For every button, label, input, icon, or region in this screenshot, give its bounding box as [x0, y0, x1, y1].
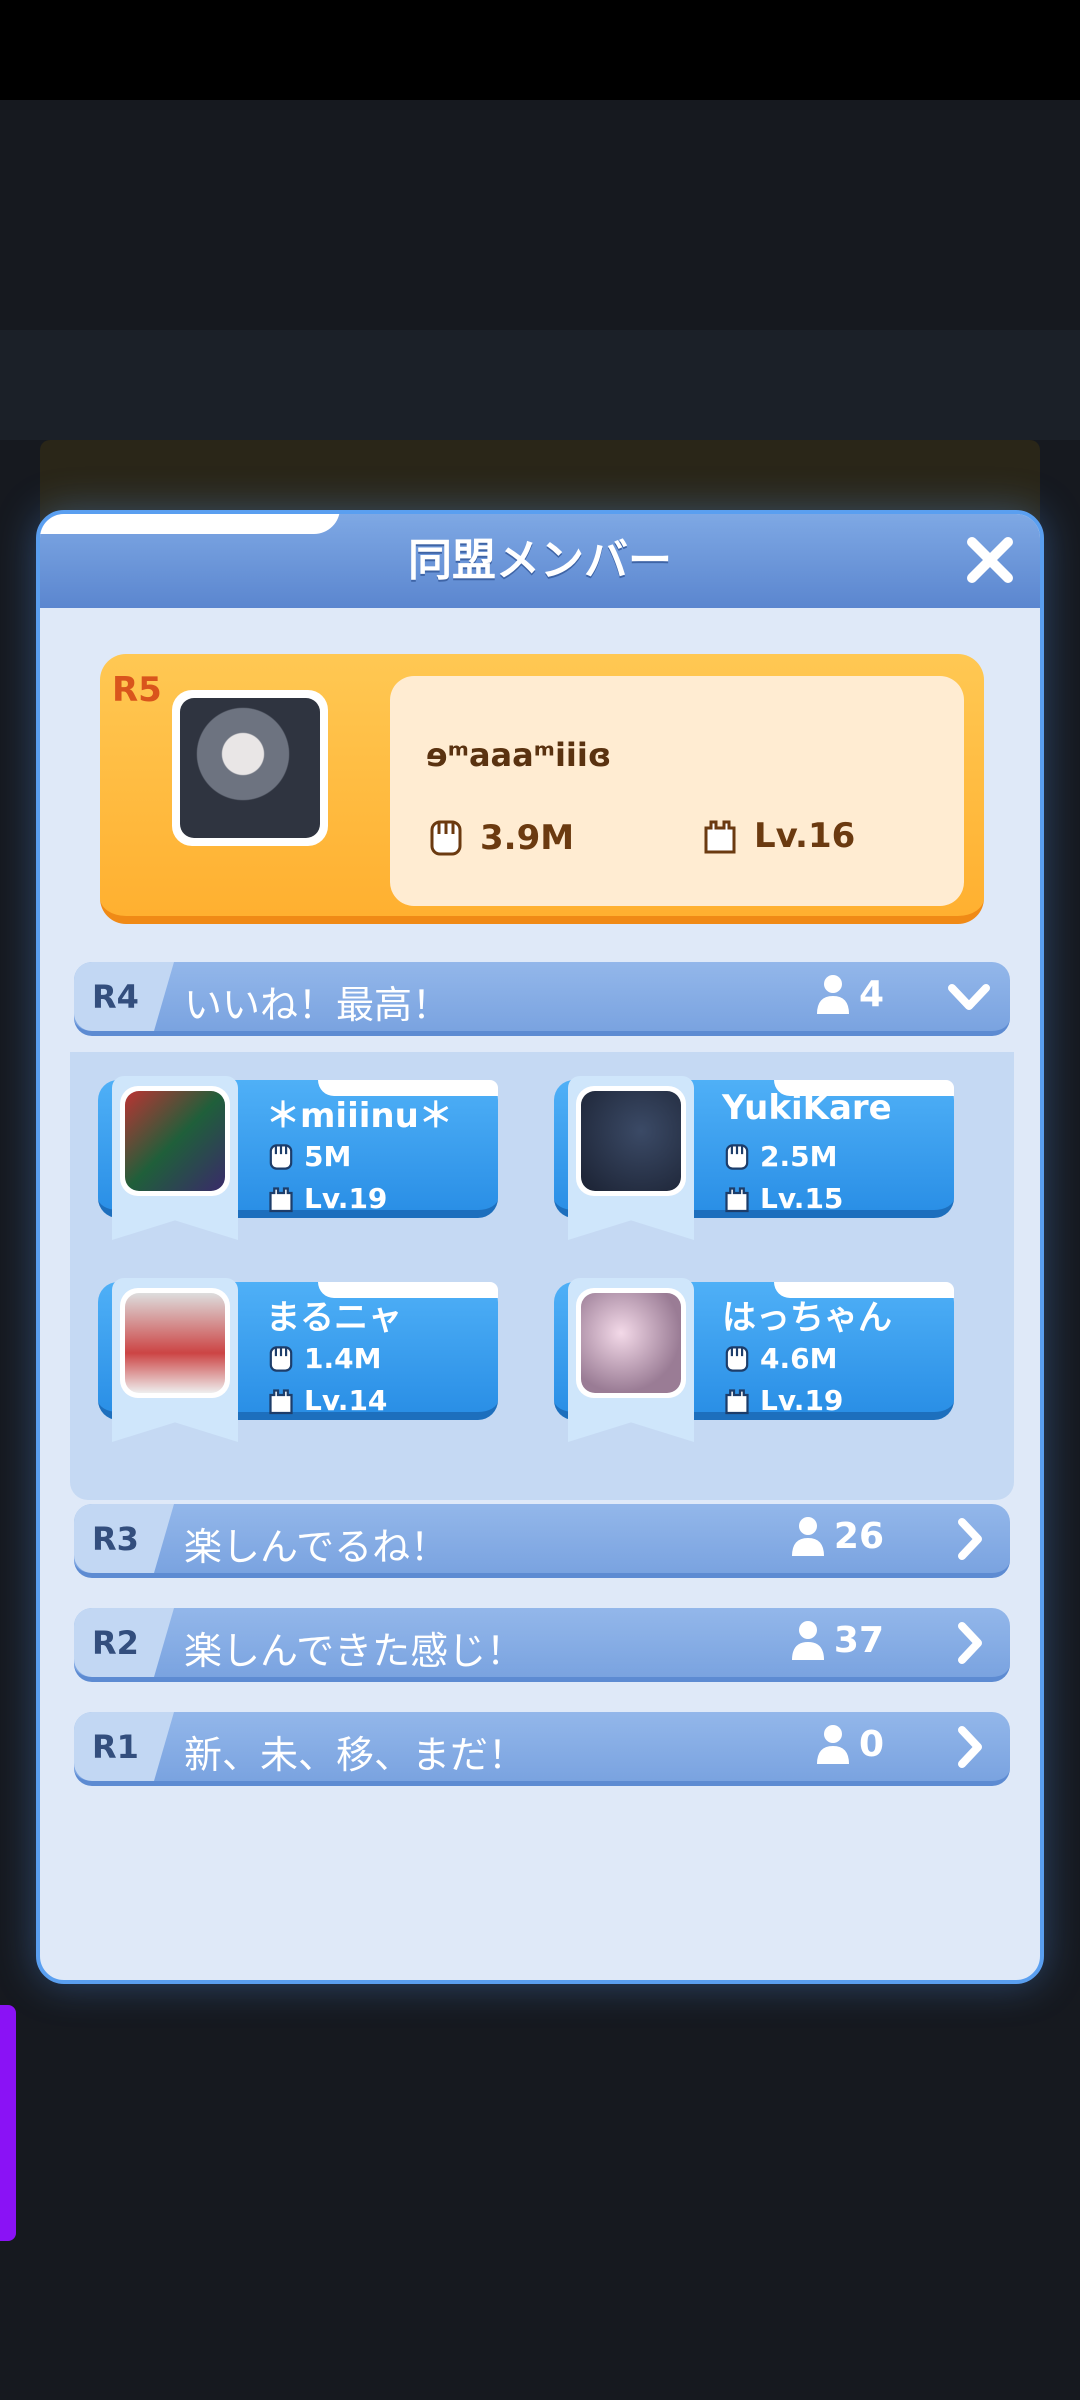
person-icon [791, 1621, 824, 1660]
close-button[interactable] [958, 528, 1022, 592]
member-card[interactable]: ＊miiinu＊ 5M Lv.19 [98, 1076, 498, 1240]
rank-title: いいね！最高！ [184, 983, 451, 1027]
dialog-header: 同盟メンバー [40, 514, 1040, 608]
person-icon [816, 1725, 849, 1764]
leader-power: 3.9M [426, 816, 574, 860]
member-level: Lv.14 [266, 1384, 387, 1417]
member-avatar[interactable] [576, 1288, 686, 1398]
rank-bar-r2[interactable]: R2 楽しんできた感じ！ 37 [74, 1608, 1010, 1682]
side-indicator [0, 2005, 16, 2241]
member-name: ＊miiinu＊ [266, 1096, 453, 1136]
fist-icon [725, 1345, 749, 1372]
member-avatar[interactable] [120, 1086, 230, 1196]
member-level: Lv.19 [266, 1182, 387, 1215]
member-avatar[interactable] [576, 1086, 686, 1196]
leader-card[interactable]: R5 ɘᵐaaaᵐiiiɞ 3.9M Lv.16 [100, 654, 984, 924]
close-icon [967, 537, 1013, 583]
member-card[interactable]: まるニャ 1.4M Lv.14 [98, 1278, 498, 1442]
rank-bar-r3[interactable]: R3 楽しんでるね！ 26 [74, 1504, 1010, 1578]
rank-label: R2 [92, 1624, 139, 1662]
rank-label: R1 [92, 1728, 139, 1766]
rank-label: R3 [92, 1520, 139, 1558]
castle-icon [704, 820, 736, 854]
person-icon [791, 1517, 824, 1556]
chevron-right-icon[interactable] [944, 1514, 994, 1564]
rank-label: R4 [92, 978, 139, 1016]
person-icon [816, 975, 849, 1014]
member-power: 5M [266, 1140, 351, 1173]
rank-title: 楽しんでるね！ [184, 1525, 449, 1569]
rank-bar-r1[interactable]: R1 新、未、移、まだ！ 0 [74, 1712, 1010, 1786]
rank-title: 楽しんできた感じ！ [184, 1629, 525, 1673]
r4-members-list: ＊miiinu＊ 5M Lv.19 YukiKare 2.5M Lv.15 まる… [70, 1052, 1014, 1500]
member-name: はっちゃん [722, 1298, 892, 1338]
member-avatar[interactable] [120, 1288, 230, 1398]
chevron-down-icon[interactable] [944, 972, 994, 1022]
dialog-title: 同盟メンバー [408, 535, 672, 586]
castle-icon [725, 1388, 749, 1414]
fist-icon [269, 1345, 293, 1372]
fist-icon [430, 820, 462, 856]
alliance-members-dialog: 同盟メンバー R5 ɘᵐaaaᵐiiiɞ 3.9M Lv.16 R4 いいね！最… [36, 510, 1044, 1984]
fist-icon [725, 1143, 749, 1170]
leader-info: ɘᵐaaaᵐiiiɞ 3.9M Lv.16 [390, 676, 964, 906]
leader-name: ɘᵐaaaᵐiiiɞ [426, 736, 612, 774]
member-count: 26 [788, 1514, 884, 1558]
leader-level: Lv.16 [700, 816, 855, 856]
member-count: 37 [788, 1618, 884, 1662]
member-power: 2.5M [722, 1140, 837, 1173]
member-level: Lv.15 [722, 1182, 843, 1215]
member-card[interactable]: YukiKare 2.5M Lv.15 [554, 1076, 954, 1240]
member-count: 4 [813, 972, 884, 1016]
rank-bar-r4[interactable]: R4 いいね！最高！ 4 [74, 962, 1010, 1036]
rank-title: 新、未、移、まだ！ [184, 1733, 527, 1777]
chevron-right-icon[interactable] [944, 1722, 994, 1772]
member-power: 1.4M [266, 1342, 381, 1375]
rank-label: R5 [112, 670, 162, 710]
member-level: Lv.19 [722, 1384, 843, 1417]
member-count: 0 [813, 1722, 884, 1766]
member-power: 4.6M [722, 1342, 837, 1375]
chevron-right-icon[interactable] [944, 1618, 994, 1668]
leader-avatar[interactable] [172, 690, 328, 846]
member-card[interactable]: はっちゃん 4.6M Lv.19 [554, 1278, 954, 1442]
castle-icon [269, 1186, 293, 1212]
member-name: YukiKare [722, 1088, 892, 1128]
fist-icon [269, 1143, 293, 1170]
castle-icon [725, 1186, 749, 1212]
castle-icon [269, 1388, 293, 1414]
member-name: まるニャ [266, 1298, 402, 1338]
status-bar [0, 0, 1080, 100]
